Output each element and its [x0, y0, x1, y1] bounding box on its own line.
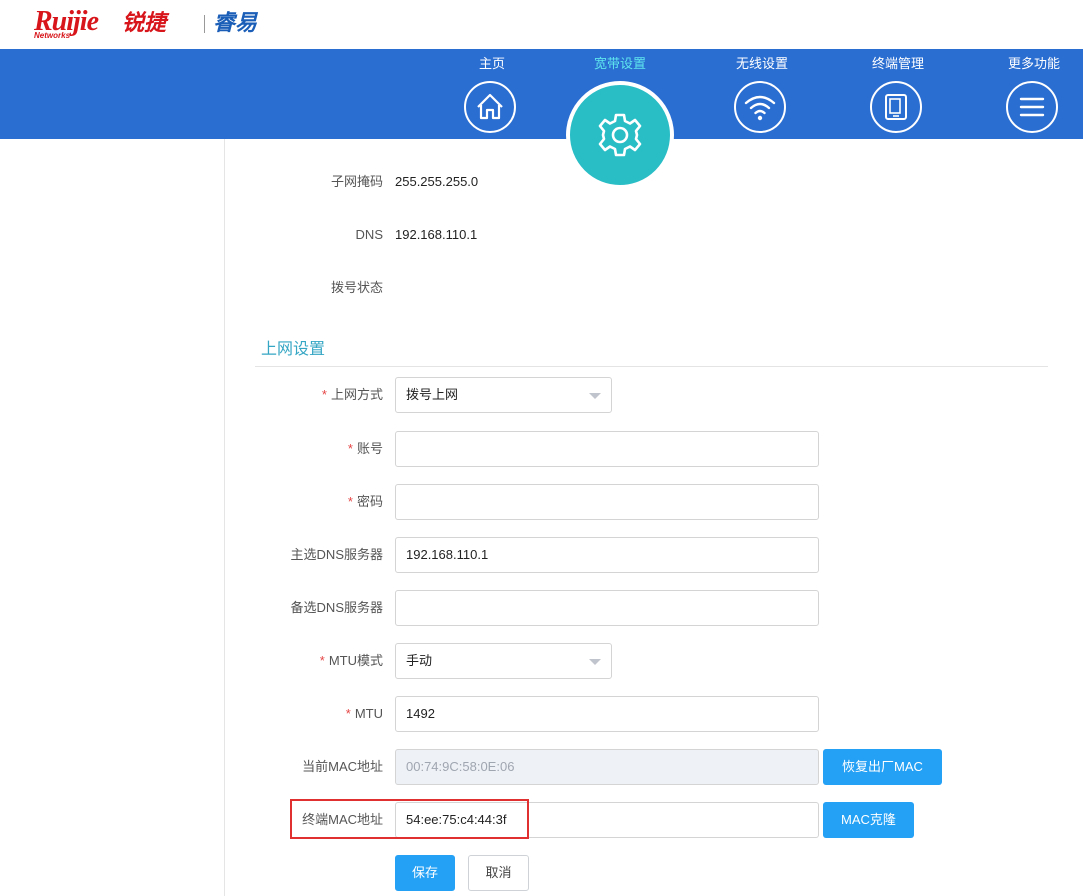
home-icon — [464, 81, 516, 133]
password-input[interactable] — [395, 484, 819, 520]
mtu-mode-select[interactable]: 手动 — [395, 643, 612, 679]
devices-icon — [870, 81, 922, 133]
mode-row: * 上网方式 拨号上网 — [225, 377, 1083, 413]
nav-item-terminals[interactable]: 终端管理 — [848, 49, 948, 133]
current-mac-row: 当前MAC地址 00:74:9C:58:0E:06 恢复出厂MAC — [225, 749, 1083, 785]
dns1-input[interactable]: 192.168.110.1 — [395, 537, 819, 573]
mtu-mode-row: * MTU模式 手动 — [225, 643, 1083, 679]
dns1-row: 主选DNS服务器 192.168.110.1 — [225, 537, 1083, 573]
mtu-input[interactable]: 1492 — [395, 696, 819, 732]
product-logo: 睿易 — [213, 10, 258, 35]
section-title: 上网设置 — [261, 341, 326, 358]
chevron-down-icon — [589, 659, 601, 665]
required-mark: * — [321, 387, 327, 402]
dns1-label: 主选DNS服务器 — [290, 547, 383, 562]
account-row: * 账号 — [225, 431, 1083, 467]
required-mark: * — [347, 494, 353, 509]
section-divider — [255, 366, 1048, 367]
password-row: * 密码 — [225, 484, 1083, 520]
account-label: * 账号 — [347, 441, 383, 456]
gear-icon[interactable] — [566, 81, 674, 189]
account-input[interactable] — [395, 431, 819, 467]
nav-label-more: 更多功能 — [1007, 56, 1060, 71]
nav-item-wireless[interactable]: 无线设置 — [712, 49, 812, 133]
mode-label: * 上网方式 — [321, 387, 383, 402]
password-label: * 密码 — [347, 494, 383, 509]
dial-status-label: 拨号状态 — [330, 280, 383, 295]
action-row: 保存 取消 — [225, 855, 1083, 891]
required-mark: * — [345, 706, 351, 721]
nav-item-broadband[interactable]: 宽带设置 — [570, 49, 670, 71]
ruijie-logo-cn: 锐捷 — [122, 10, 167, 35]
nav-item-more[interactable]: 更多功能 — [984, 49, 1083, 133]
dns-value: 192.168.110.1 — [395, 227, 478, 242]
dns-label: DNS — [355, 227, 383, 242]
nav-label-home: 主页 — [478, 56, 505, 71]
required-mark: * — [347, 441, 353, 456]
dns2-row: 备选DNS服务器 — [225, 590, 1083, 626]
dns2-input[interactable] — [395, 590, 819, 626]
ruijie-logo-subtitle: Networks — [34, 31, 71, 40]
mac-clone-button[interactable]: MAC克隆 — [823, 802, 914, 838]
terminal-mac-label: 终端MAC地址 — [302, 812, 383, 827]
dns-row: DNS 192.168.110.1 — [225, 217, 1083, 253]
mtu-label: * MTU — [345, 706, 383, 721]
mtu-mode-select-value: 手动 — [406, 653, 433, 668]
dial-status-row: 拨号状态 — [225, 270, 1083, 306]
wifi-icon — [734, 81, 786, 133]
chevron-down-icon — [589, 393, 601, 399]
save-button[interactable]: 保存 — [395, 855, 455, 891]
brand-header: Ruijie Networks 锐捷 睿易 — [0, 0, 1083, 49]
mtu-row: * MTU 1492 — [225, 696, 1083, 732]
mtu-mode-label: * MTU模式 — [319, 653, 383, 668]
mode-select-value: 拨号上网 — [406, 387, 459, 402]
subnet-value: 255.255.255.0 — [395, 174, 479, 189]
nav-label-terminals: 终端管理 — [871, 56, 924, 71]
subnet-label: 子网掩码 — [330, 174, 383, 189]
nav-item-home[interactable]: 主页 — [442, 49, 542, 133]
current-mac-label: 当前MAC地址 — [302, 759, 383, 774]
mode-select[interactable]: 拨号上网 — [395, 377, 612, 413]
terminal-mac-row: 终端MAC地址 54:ee:75:c4:44:3f MAC克隆 — [225, 802, 1083, 838]
nav-label-broadband: 宽带设置 — [593, 56, 646, 71]
nav-label-wireless: 无线设置 — [735, 56, 788, 71]
current-mac-input: 00:74:9C:58:0E:06 — [395, 749, 819, 785]
terminal-mac-input[interactable]: 54:ee:75:c4:44:3f — [395, 802, 819, 838]
logo-divider — [204, 15, 205, 33]
cancel-button[interactable]: 取消 — [468, 855, 529, 891]
main-nav: 主页 宽带设置 无线设置 终端管理 更多功能 — [0, 49, 1083, 139]
required-mark: * — [319, 653, 325, 668]
menu-icon — [1006, 81, 1058, 133]
restore-mac-button[interactable]: 恢复出厂MAC — [823, 749, 942, 785]
dns2-label: 备选DNS服务器 — [290, 600, 383, 615]
